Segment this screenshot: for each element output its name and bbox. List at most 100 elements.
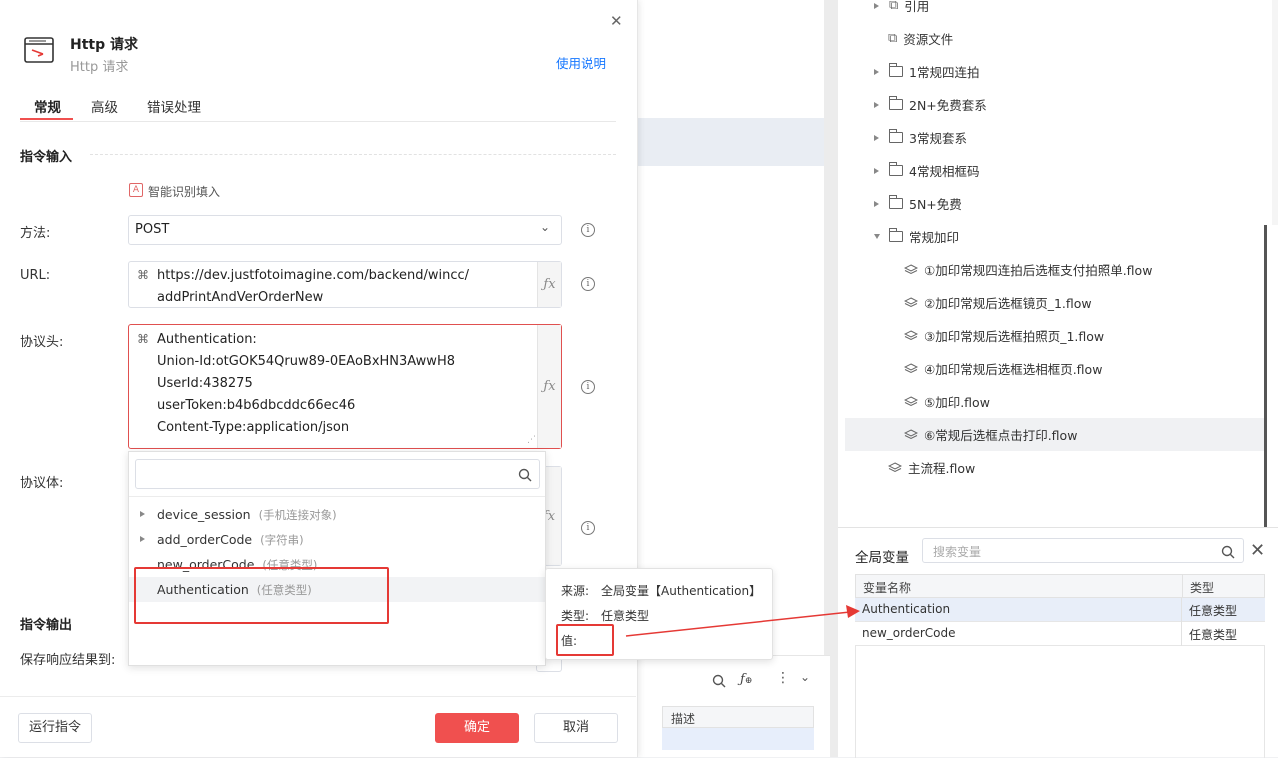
header-line: Authentication: — [157, 332, 257, 347]
tree-item-label: 常规加印 — [909, 230, 960, 245]
flow-file-icon — [904, 428, 918, 441]
search-icon[interactable] — [1221, 545, 1235, 559]
smart-fill-link[interactable]: 智能识别填入 — [148, 183, 220, 200]
folder-icon — [889, 228, 903, 242]
tree-item[interactable]: ⑤加印.flow — [838, 385, 1278, 418]
tree-item-label: ③加印常规后选框拍照页_1.flow — [924, 329, 1105, 344]
save-response-label: 保存响应结果到: — [20, 653, 116, 668]
tab-general[interactable]: 常规 — [34, 96, 61, 116]
close-icon[interactable]: ✕ — [610, 12, 623, 30]
more-icon[interactable]: ⋮ — [776, 670, 790, 686]
fx-button[interactable]: ƒx — [537, 325, 561, 448]
vars-table-header: 变量名称 类型 — [855, 574, 1265, 598]
section-output-title: 指令输出 — [20, 618, 73, 633]
table-body-empty — [855, 646, 1265, 758]
info-icon[interactable]: i — [581, 277, 595, 291]
dropdown-search-input[interactable] — [135, 459, 540, 489]
header-line: Content-Type:application/json — [157, 420, 350, 435]
tree-item[interactable]: 3常规套系 — [838, 121, 1278, 154]
chevron-right-icon[interactable] — [874, 68, 879, 75]
close-icon[interactable]: ✕ — [1250, 540, 1265, 561]
highlight-box — [134, 567, 389, 624]
ok-button[interactable]: 确定 — [435, 713, 519, 743]
chevron-right-icon[interactable] — [140, 536, 145, 542]
resource-icon: ⧉ — [888, 31, 898, 46]
ai-fill-icon[interactable]: A — [129, 183, 143, 197]
col-desc-header: 描述 — [671, 712, 696, 726]
tree-item-label: 4常规相框码 — [909, 164, 980, 179]
flow-file-icon — [904, 329, 918, 342]
method-select[interactable]: POST ⌄ — [128, 215, 562, 245]
chevron-down-icon: ⌄ — [540, 220, 551, 234]
section-input-title: 指令输入 — [20, 150, 73, 165]
folder-icon — [889, 129, 903, 143]
table-row[interactable] — [662, 728, 814, 750]
reference-icon: ⧉ — [889, 0, 899, 13]
pane-divider[interactable] — [824, 0, 838, 757]
table-row[interactable]: Authentication 任意类型 — [855, 598, 1265, 622]
tree-item[interactable]: 主流程.flow — [838, 451, 1278, 484]
header-line: userToken:b4b6dbcddc66ec46 — [157, 398, 356, 413]
tree-item-label: 3常规套系 — [909, 131, 967, 146]
tree-item[interactable]: ⧉ 引用 — [838, 0, 1278, 22]
tree-item[interactable]: ②加印常规后选框镜页_1.flow — [838, 286, 1278, 319]
tooltip-type-value: 任意类型 — [601, 609, 650, 623]
tree-item[interactable]: 4常规相框码 — [838, 154, 1278, 187]
tree-item-label: 资源文件 — [903, 32, 954, 47]
variable-name: add_orderCode — [157, 532, 253, 547]
flow-file-icon — [904, 296, 918, 309]
highlight-box — [556, 624, 614, 656]
headers-textarea[interactable]: ⌘ Authentication: Union-Id:otGOK54Qruw89-… — [128, 324, 562, 449]
table-row[interactable]: new_orderCode 任意类型 — [855, 622, 1265, 646]
tab-error-handling[interactable]: 错误处理 — [147, 96, 201, 116]
python-icon: ⌘ — [137, 332, 149, 346]
variable-dropdown: device_session (手机连接对象) add_orderCode (字符串)… — [128, 451, 546, 666]
tab-advanced[interactable]: 高级 — [91, 96, 118, 116]
tree-item[interactable]: 1常规四连拍 — [838, 55, 1278, 88]
project-tree-pane: ⧉ 引用 ⧉ 资源文件 1常规四连拍 2N+免费套系 3常规套系 4常规相框码 5N+免费常规加… — [838, 0, 1278, 527]
tree-item-label: 引用 — [904, 0, 930, 14]
chevron-right-icon[interactable] — [874, 2, 879, 9]
run-command-button[interactable]: 运行指令 — [18, 713, 92, 743]
global-vars-pane: 全局变量 搜索变量 ✕ 变量名称 类型 Authentication 任意类型 … — [838, 527, 1278, 758]
var-type: 任意类型 — [1189, 628, 1238, 642]
chevron-down-icon[interactable]: ⌄ — [800, 670, 810, 684]
info-icon[interactable]: i — [581, 380, 595, 394]
header-line: Union-Id:otGOK54Qruw89-0EAoBxHN3AwwH8 — [157, 354, 455, 369]
tooltip-type-label: 类型: — [561, 609, 590, 623]
tree-item[interactable]: ③加印常规后选框拍照页_1.flow — [838, 319, 1278, 352]
chevron-right-icon[interactable] — [874, 167, 879, 174]
variable-item[interactable]: add_orderCode (字符串) — [129, 527, 545, 552]
bottom-panel: ƒ⊕ ⋮ ⌄ 描述 — [636, 655, 830, 757]
tree-item[interactable]: 常规加印 — [838, 220, 1278, 253]
variable-item[interactable]: device_session (手机连接对象) — [129, 502, 545, 527]
tree-item[interactable]: ⧉ 资源文件 — [838, 22, 1278, 55]
folder-icon — [889, 195, 903, 209]
info-icon[interactable]: i — [581, 223, 595, 237]
resize-handle[interactable]: ⋰ — [527, 435, 536, 445]
headers-label: 协议头: — [20, 335, 64, 350]
chevron-right-icon[interactable] — [140, 511, 145, 517]
search-icon[interactable] — [518, 468, 532, 482]
global-vars-title: 全局变量 — [855, 550, 909, 566]
tree-item[interactable]: 2N+免费套系 — [838, 88, 1278, 121]
folder-icon — [889, 96, 903, 110]
table-header: 描述 — [662, 706, 814, 728]
tree-item[interactable]: ①加印常规四连拍后选框支付拍照单.flow — [838, 253, 1278, 286]
info-icon[interactable]: i — [581, 521, 595, 535]
cancel-button[interactable]: 取消 — [534, 713, 618, 743]
search-icon[interactable] — [712, 674, 726, 688]
tree-item[interactable]: 5N+免费 — [838, 187, 1278, 220]
var-search-input[interactable]: 搜索变量 — [922, 538, 1244, 563]
chevron-right-icon[interactable] — [874, 134, 879, 141]
chevron-right-icon[interactable] — [874, 101, 879, 108]
flow-file-icon — [904, 362, 918, 375]
fx-add-icon[interactable]: ƒ⊕ — [740, 672, 752, 687]
chevron-right-icon[interactable] — [874, 200, 879, 207]
fx-button[interactable]: ƒx — [537, 262, 561, 307]
tree-item[interactable]: ④加印常规后选框选相框页.flow — [838, 352, 1278, 385]
chevron-down-icon[interactable] — [874, 234, 880, 239]
url-input[interactable]: ⌘ https://dev.justfotoimagine.com/backen… — [128, 261, 562, 308]
help-link[interactable]: 使用说明 — [556, 53, 606, 72]
tree-item[interactable]: ⑥常规后选框点击打印.flow — [838, 418, 1278, 451]
